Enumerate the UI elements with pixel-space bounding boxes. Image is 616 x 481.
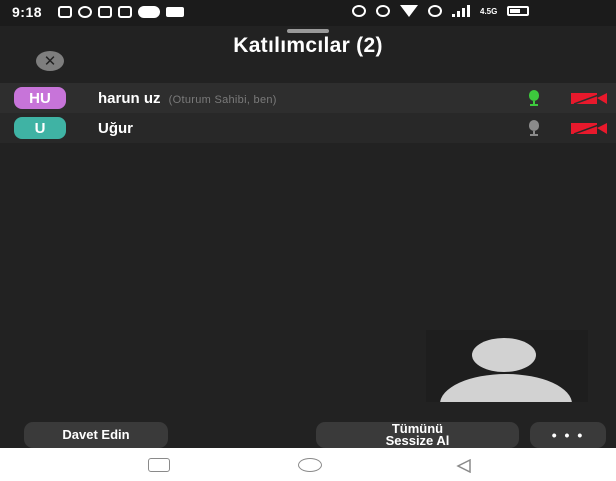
video-icon [166,7,184,17]
user-placeholder-icon [472,338,536,372]
drag-handle[interactable] [287,29,329,33]
status-time: 9:18 [12,4,43,20]
bottom-toolbar: Davet Edin Tümünü Sessize Al • • • [0,422,616,448]
participant-row[interactable]: HU harun uz (Oturum Sahibi, ben) [0,83,616,113]
invite-button[interactable]: Davet Edin [24,422,168,448]
notification-icons [58,6,184,18]
alarm-icon [352,5,366,17]
page-title: Katılımcılar (2) [233,34,383,57]
navigation-bar [0,448,616,481]
instagram-icon [118,6,132,18]
participant-name-text: harun uz [98,89,161,107]
camera-off-icon[interactable] [571,123,607,134]
camera-off-icon[interactable] [571,93,607,104]
network-type: 4.5G [480,6,498,16]
messenger-icon [138,6,160,18]
signal-icon [452,5,470,17]
participant-name-text: Uğur [98,119,133,137]
status-bar: 9:18 4.5G [0,0,616,26]
mute-all-label-line2: Sessize Al [385,433,450,448]
back-icon[interactable] [456,459,472,473]
self-video-thumbnail[interactable] [426,330,588,402]
volte-icon [428,5,442,17]
user-placeholder-body [440,374,572,402]
mute-all-button[interactable]: Tümünü Sessize Al [316,422,519,448]
microphone-icon[interactable] [529,120,539,136]
vibrate-icon [376,5,390,17]
participant-name: harun uz (Oturum Sahibi, ben) [98,90,277,107]
battery-icon [507,6,530,16]
app-screen: 9:18 4.5G ✕ Katılımcılar (2) HU harun uz… [0,0,616,448]
participant-row[interactable]: U Uğur [0,113,616,143]
participant-role: (Oturum Sahibi, ben) [168,93,277,106]
instagram-icon [98,6,112,18]
microphone-on-icon[interactable] [529,90,539,106]
home-icon[interactable] [298,458,322,472]
avatar: U [14,117,66,139]
gallery-icon [58,6,72,18]
participant-list: HU harun uz (Oturum Sahibi, ben) U Uğur [0,83,616,143]
system-icons: 4.5G [352,5,530,17]
whatsapp-icon [78,6,92,18]
wifi-icon [400,5,418,17]
avatar: HU [14,87,66,109]
participant-name: Uğur [98,120,133,137]
more-options-button[interactable]: • • • [530,422,606,448]
recent-apps-icon[interactable] [148,458,170,472]
